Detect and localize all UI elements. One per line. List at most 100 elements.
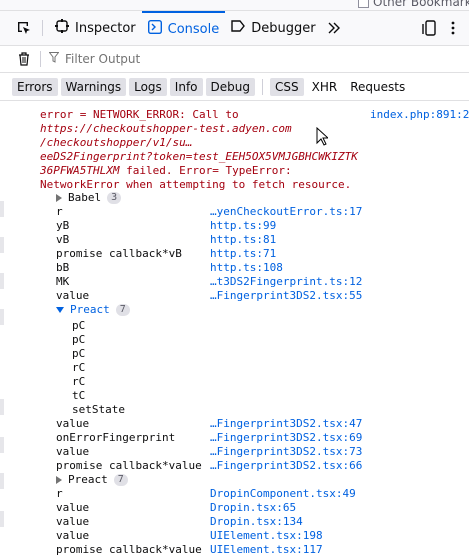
frame-location-link[interactable]: http.ts:108 (210, 261, 283, 275)
filter-warnings[interactable]: Warnings (60, 78, 127, 96)
console-output: error = NETWORK_ERROR: Call to https://c… (0, 100, 469, 559)
frame-location-link[interactable]: …yenCheckoutError.ts:17 (210, 205, 362, 219)
babel-group-count: 3 (107, 192, 122, 204)
babel-group-name: Babel (68, 191, 102, 204)
stack-frame[interactable]: value …Fingerprint3DS2.tsx:55 (0, 289, 469, 303)
frame-location-link[interactable]: Dropin.tsx:65 (210, 501, 296, 515)
preact-group-collapsed[interactable]: Preact 7 (0, 473, 469, 487)
collapse-arrow-icon (56, 307, 64, 313)
filter-requests[interactable]: Requests (345, 78, 410, 96)
frame-function: promise callback*value (56, 543, 202, 556)
expand-arrow-icon (56, 194, 62, 202)
dock-toggle-icon[interactable] (417, 16, 441, 40)
other-bookmarks[interactable]: Other Bookmarks (358, 0, 469, 9)
frame-location-link[interactable]: …Fingerprint3DS2.tsx:73 (210, 445, 362, 459)
stack-frame[interactable]: vB http.ts:81 (0, 233, 469, 247)
frame-location-link[interactable]: …Fingerprint3DS2.tsx:69 (210, 431, 362, 445)
stack-frame[interactable]: bB http.ts:108 (0, 261, 469, 275)
menu-dots-icon[interactable] (441, 16, 465, 40)
other-bookmarks-label: Other Bookmarks (373, 0, 469, 9)
babel-group-header[interactable]: Babel 3 (56, 191, 122, 205)
filter-css[interactable]: CSS (269, 78, 304, 96)
preact-group-expanded[interactable]: Preact 7 (0, 303, 469, 317)
frame-function: value (56, 515, 90, 528)
frame-function: value (56, 417, 90, 430)
frame-location-link[interactable]: UIElement.tsx:198 (210, 529, 323, 543)
frame-function: MK (56, 275, 70, 288)
preact-function: pC (72, 319, 86, 332)
babel-group[interactable]: Babel 3 (0, 191, 469, 205)
preact-function: tC (72, 389, 86, 402)
frame-location-link[interactable]: http.ts:71 (210, 247, 276, 261)
stack-frame[interactable]: r DropinComponent.tsx:49 (0, 487, 469, 501)
preact-function: setState (72, 403, 125, 416)
inspector-icon (55, 19, 69, 37)
frame-location-link[interactable]: …Fingerprint3DS2.tsx:66 (210, 459, 362, 473)
frame-location-link[interactable]: …t3DS2Fingerprint.ts:12 (210, 275, 362, 289)
frame-location-link[interactable]: http.ts:81 (210, 233, 276, 247)
stack-frame[interactable]: yB http.ts:99 (0, 219, 469, 233)
log-category-bar: Errors Warnings Logs Info Debug CSS XHR … (0, 76, 469, 98)
more-tools-chevron-icon[interactable] (322, 16, 346, 40)
preact-function: pC (72, 347, 86, 360)
filter-errors[interactable]: Errors (12, 78, 58, 96)
stack-frame[interactable]: promise callback*vB http.ts:71 (0, 247, 469, 261)
preact-group-count: 7 (115, 304, 130, 316)
stack-frame[interactable]: r …yenCheckoutError.ts:17 (0, 205, 469, 219)
preact-function: rC (72, 361, 86, 374)
frame-location-link[interactable]: …Fingerprint3DS2.tsx:47 (210, 417, 362, 431)
frame-function: yB (56, 219, 70, 232)
stack-frame[interactable]: promise callback*value …Fingerprint3DS2.t… (0, 459, 469, 473)
filter-info[interactable]: Info (169, 78, 203, 96)
frame-function: r (56, 487, 63, 500)
frame-function: promise callback*vB (56, 247, 182, 260)
frame-function: value (56, 529, 90, 542)
filter-debug[interactable]: Debug (205, 78, 255, 96)
frame-location-link[interactable]: http.ts:99 (210, 219, 276, 233)
preact-group-header[interactable]: Preact 7 (56, 473, 128, 487)
tab-debugger-label: Debugger (251, 20, 316, 36)
tab-inspector[interactable]: Inspector (49, 11, 142, 45)
frame-function: value (56, 289, 90, 302)
error-tail: failed. Error= TypeError: (119, 164, 292, 177)
filter-logs[interactable]: Logs (129, 78, 167, 96)
frame-location-link[interactable]: DropinComponent.tsx:49 (210, 487, 356, 501)
preact-function: rC (72, 375, 86, 388)
devtools-toolbar: Inspector Console Debugger (0, 11, 469, 46)
stack-frame[interactable]: value …Fingerprint3DS2.tsx:73 (0, 445, 469, 459)
preact-group-header[interactable]: Preact 7 (56, 303, 130, 317)
frame-location-link[interactable]: UIElement.tsx:117 (210, 543, 323, 557)
toolbar-separator (42, 20, 43, 36)
filter-xhr[interactable]: XHR (307, 78, 343, 96)
tab-console[interactable]: Console (141, 11, 226, 45)
error-line-1: error = NETWORK_ERROR: Call to (40, 108, 239, 121)
error-line-6: NetworkError when attempting to fetch re… (40, 178, 352, 191)
error-message[interactable]: error = NETWORK_ERROR: Call to https://c… (40, 108, 370, 192)
stack-frame[interactable]: value Dropin.tsx:134 (0, 515, 469, 529)
tab-debugger[interactable]: Debugger (225, 11, 321, 45)
filter-separator (40, 51, 41, 67)
frame-function: vB (56, 233, 70, 246)
error-url-4[interactable]: 36PFWA5THLXM (40, 164, 119, 177)
element-picker-icon[interactable] (12, 16, 36, 40)
stack-frame[interactable]: value UIElement.tsx:198 (0, 529, 469, 543)
frame-function: bB (56, 261, 70, 274)
filter-output-input[interactable]: Filter Output (65, 52, 140, 66)
category-separator (261, 79, 263, 95)
frame-function: r (56, 205, 63, 218)
clear-console-trash-icon[interactable] (12, 47, 36, 71)
preact-group-name: Preact (70, 303, 110, 316)
frame-location-link[interactable]: Dropin.tsx:134 (210, 515, 303, 529)
stack-frame[interactable]: value …Fingerprint3DS2.tsx:47 (0, 417, 469, 431)
frame-function: value (56, 501, 90, 514)
error-source-link[interactable]: index.php:891:2 (370, 108, 469, 121)
expand-arrow-icon (56, 476, 62, 484)
stack-frame[interactable]: promise callback*value UIElement.tsx:117 (0, 543, 469, 557)
error-url-3[interactable]: eeDS2Fingerprint?token=test_EEH5OX5VMJGB… (40, 150, 370, 164)
debugger-icon (231, 20, 246, 36)
stack-frame[interactable]: value Dropin.tsx:65 (0, 501, 469, 515)
frame-location-link[interactable]: …Fingerprint3DS2.tsx:55 (210, 289, 362, 303)
stack-frame[interactable]: MK …t3DS2Fingerprint.ts:12 (0, 275, 469, 289)
mouse-pointer-icon (316, 126, 330, 149)
stack-frame[interactable]: onErrorFingerprint …Fingerprint3DS2.tsx:6… (0, 431, 469, 445)
